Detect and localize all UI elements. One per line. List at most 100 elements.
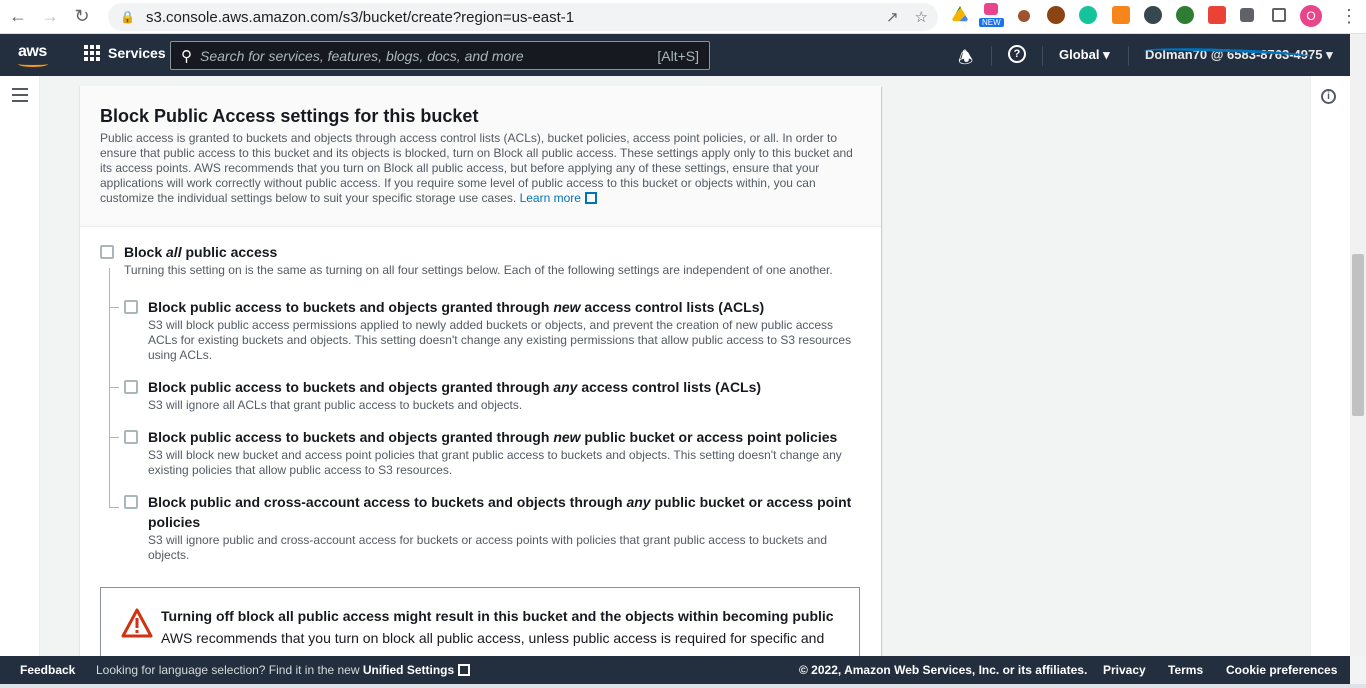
privacy-link[interactable]: Privacy <box>1103 663 1146 677</box>
cookie-icon[interactable] <box>1047 6 1065 24</box>
tree-tick <box>109 507 119 508</box>
left-nav-rail <box>0 76 40 656</box>
reload-icon[interactable]: ↻ <box>68 3 96 31</box>
window-bottom-edge <box>0 684 1366 688</box>
external-link-icon <box>458 664 471 676</box>
upwork-icon[interactable] <box>1144 6 1162 24</box>
search-placeholder: Search for services, features, blogs, do… <box>200 47 524 64</box>
lock-icon: 🔒 <box>120 10 135 24</box>
services-menu-button[interactable]: Services <box>84 45 166 61</box>
notifications-bell-icon[interactable]: 🕭 <box>958 45 973 74</box>
option-title-pre: Block public and cross-account access to… <box>148 494 627 510</box>
hamburger-menu-icon[interactable] <box>12 88 28 106</box>
language-note-text: Looking for language selection? Find it … <box>96 663 363 677</box>
unified-settings-link[interactable]: Unified Settings <box>362 663 471 677</box>
option-title-pre: Block public access to buckets and objec… <box>148 379 554 395</box>
nav-divider <box>991 46 992 66</box>
public-access-warning: Turning off block all public access migh… <box>100 587 860 667</box>
block-all-checkbox[interactable] <box>100 245 114 259</box>
region-selector[interactable]: Global ▾ <box>1059 47 1110 63</box>
language-note: Looking for language selection? Find it … <box>96 663 471 677</box>
browser-toolbar: ← → ↻ 🔒 s3.console.aws.amazon.com/s3/buc… <box>0 0 1366 34</box>
help-icon[interactable]: ? <box>1008 45 1026 63</box>
block-any-acls-checkbox[interactable] <box>124 380 138 394</box>
back-arrow-icon[interactable]: ← <box>4 3 32 31</box>
more-menu-icon[interactable]: ⋮ <box>1340 6 1358 27</box>
tree-connector <box>109 268 110 508</box>
nav-divider <box>1128 46 1129 66</box>
block-any-policies-checkbox[interactable] <box>124 495 138 509</box>
learn-more-label: Learn more <box>519 191 581 205</box>
services-grid-icon <box>84 45 100 61</box>
account-menu[interactable]: Dolman70 @ 6583-8763-4975 ▾ <box>1142 46 1333 63</box>
block-all-title-pre: Block <box>124 244 167 260</box>
warning-title: Turning off block all public access migh… <box>161 608 834 624</box>
side-panel-icon[interactable] <box>1272 8 1286 22</box>
panel-header: Block Public Access settings for this bu… <box>80 86 881 227</box>
option-title-pre: Block public access to buckets and objec… <box>148 299 554 315</box>
puzzle-extensions-icon[interactable] <box>1240 8 1254 22</box>
feedback-link[interactable]: Feedback <box>20 663 75 677</box>
bookmark-star-icon[interactable]: ☆ <box>915 8 928 26</box>
info-icon[interactable]: i <box>1321 89 1336 104</box>
block-any-acls-description: S3 will ignore all ACLs that grant publi… <box>148 398 523 412</box>
block-new-policies-checkbox[interactable] <box>124 430 138 444</box>
warning-triangle-icon <box>121 608 153 638</box>
warning-text: AWS recommends that you turn on block al… <box>161 630 825 646</box>
panel-title: Block Public Access settings for this bu… <box>100 106 479 126</box>
block-new-acls-checkbox[interactable] <box>124 300 138 314</box>
block-all-title[interactable]: Block all public access <box>124 242 277 262</box>
block-all-title-em: all <box>166 244 182 260</box>
page-scrollbar[interactable] <box>1350 34 1366 656</box>
block-new-acls-title[interactable]: Block public access to buckets and objec… <box>148 297 860 317</box>
copyright-text: © 2022, Amazon Web Services, Inc. or its… <box>799 663 1088 677</box>
address-bar[interactable]: 🔒 s3.console.aws.amazon.com/s3/bucket/cr… <box>108 3 938 31</box>
external-link-icon <box>584 192 597 204</box>
terms-link[interactable]: Terms <box>1168 663 1203 677</box>
globe-extension-icon[interactable] <box>1176 6 1194 24</box>
scrollbar-thumb[interactable] <box>1352 254 1364 416</box>
forward-arrow-icon[interactable]: → <box>36 3 64 31</box>
nav-divider <box>1042 46 1043 66</box>
unified-settings-label: Unified Settings <box>362 663 455 677</box>
search-icon: ⚲ <box>181 47 192 65</box>
panel-description-text: Public access is granted to buckets and … <box>100 131 853 205</box>
search-shortcut: [Alt+S] <box>657 47 699 64</box>
block-any-acls-title[interactable]: Block public access to buckets and objec… <box>148 377 860 397</box>
share-icon[interactable]: ↗ <box>886 8 899 26</box>
aws-logo-text: aws <box>18 43 47 60</box>
block-new-policies-title[interactable]: Block public access to buckets and objec… <box>148 427 860 447</box>
search-input[interactable]: ⚲ Search for services, features, blogs, … <box>170 41 710 70</box>
option-title-post: public bucket or access point policies <box>580 429 838 445</box>
option-title-em: new <box>553 429 581 445</box>
block-new-policies-description: S3 will block new bucket and access poin… <box>148 448 842 477</box>
right-tools-rail <box>1310 76 1350 656</box>
cookie-preferences-link[interactable]: Cookie preferences <box>1226 663 1337 677</box>
panel-description: Public access is granted to buckets and … <box>100 131 862 206</box>
download-extension-icon[interactable] <box>1208 6 1226 24</box>
google-drive-icon[interactable] <box>951 6 969 22</box>
option-title-pre: Block public access to buckets and objec… <box>148 429 554 445</box>
metamask-icon[interactable] <box>1112 6 1130 24</box>
tree-tick <box>109 387 119 388</box>
tree-tick <box>109 307 119 308</box>
services-label: Services <box>108 45 166 61</box>
learn-more-link[interactable]: Learn more <box>520 191 597 205</box>
option-title-post: access control lists (ACLs) <box>580 299 765 315</box>
aws-top-nav: aws Services ⚲ Search for services, feat… <box>0 34 1350 76</box>
grammarly-icon[interactable] <box>1079 6 1097 24</box>
url-text: s3.console.aws.amazon.com/s3/bucket/crea… <box>146 8 575 26</box>
extension-icon[interactable] <box>984 3 998 15</box>
aws-smile-icon <box>18 61 48 67</box>
option-title-em: any <box>553 379 578 395</box>
block-any-policies-description: S3 will ignore public and cross-account … <box>148 533 828 562</box>
aws-logo[interactable]: aws <box>18 43 48 67</box>
block-all-description: Turning this setting on is the same as t… <box>124 263 833 277</box>
block-new-acls-description: S3 will block public access permissions … <box>148 318 852 362</box>
new-badge: NEW <box>979 18 1004 27</box>
option-title-em: new <box>553 299 581 315</box>
block-any-policies-title[interactable]: Block public and cross-account access to… <box>148 492 860 532</box>
profile-avatar[interactable]: O <box>1300 5 1322 27</box>
cookie-extension-icon[interactable] <box>1018 10 1030 22</box>
console-footer: Feedback Looking for language selection?… <box>0 656 1350 684</box>
